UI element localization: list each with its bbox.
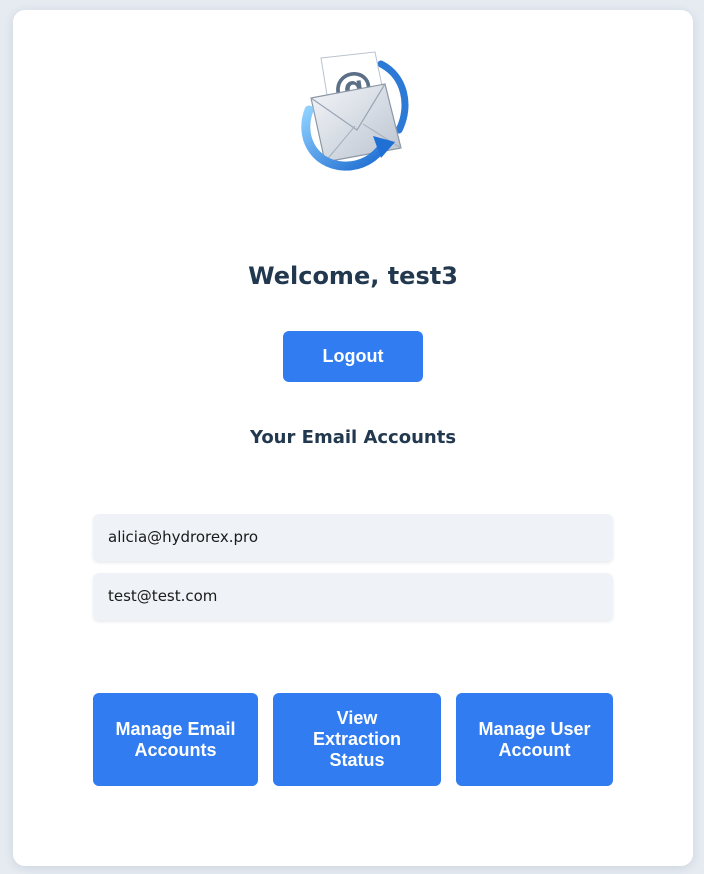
email-account-item[interactable]: alicia@hydrorex.pro [93, 514, 613, 561]
email-account-item[interactable]: test@test.com [93, 573, 613, 620]
email-accounts-list: alicia@hydrorex.pro test@test.com [93, 514, 613, 632]
email-envelope-icon: @ [301, 51, 409, 171]
welcome-title: Welcome, test3 [248, 262, 458, 290]
view-extraction-status-button[interactable]: View Extraction Status [273, 693, 441, 786]
manage-email-accounts-button[interactable]: Manage Email Accounts [93, 693, 258, 786]
main-card: @ Welcome, test3 Logout Your Email Accou… [13, 10, 693, 866]
manage-user-account-button[interactable]: Manage User Account [456, 693, 613, 786]
logout-button[interactable]: Logout [283, 331, 423, 382]
accounts-heading: Your Email Accounts [249, 427, 457, 448]
